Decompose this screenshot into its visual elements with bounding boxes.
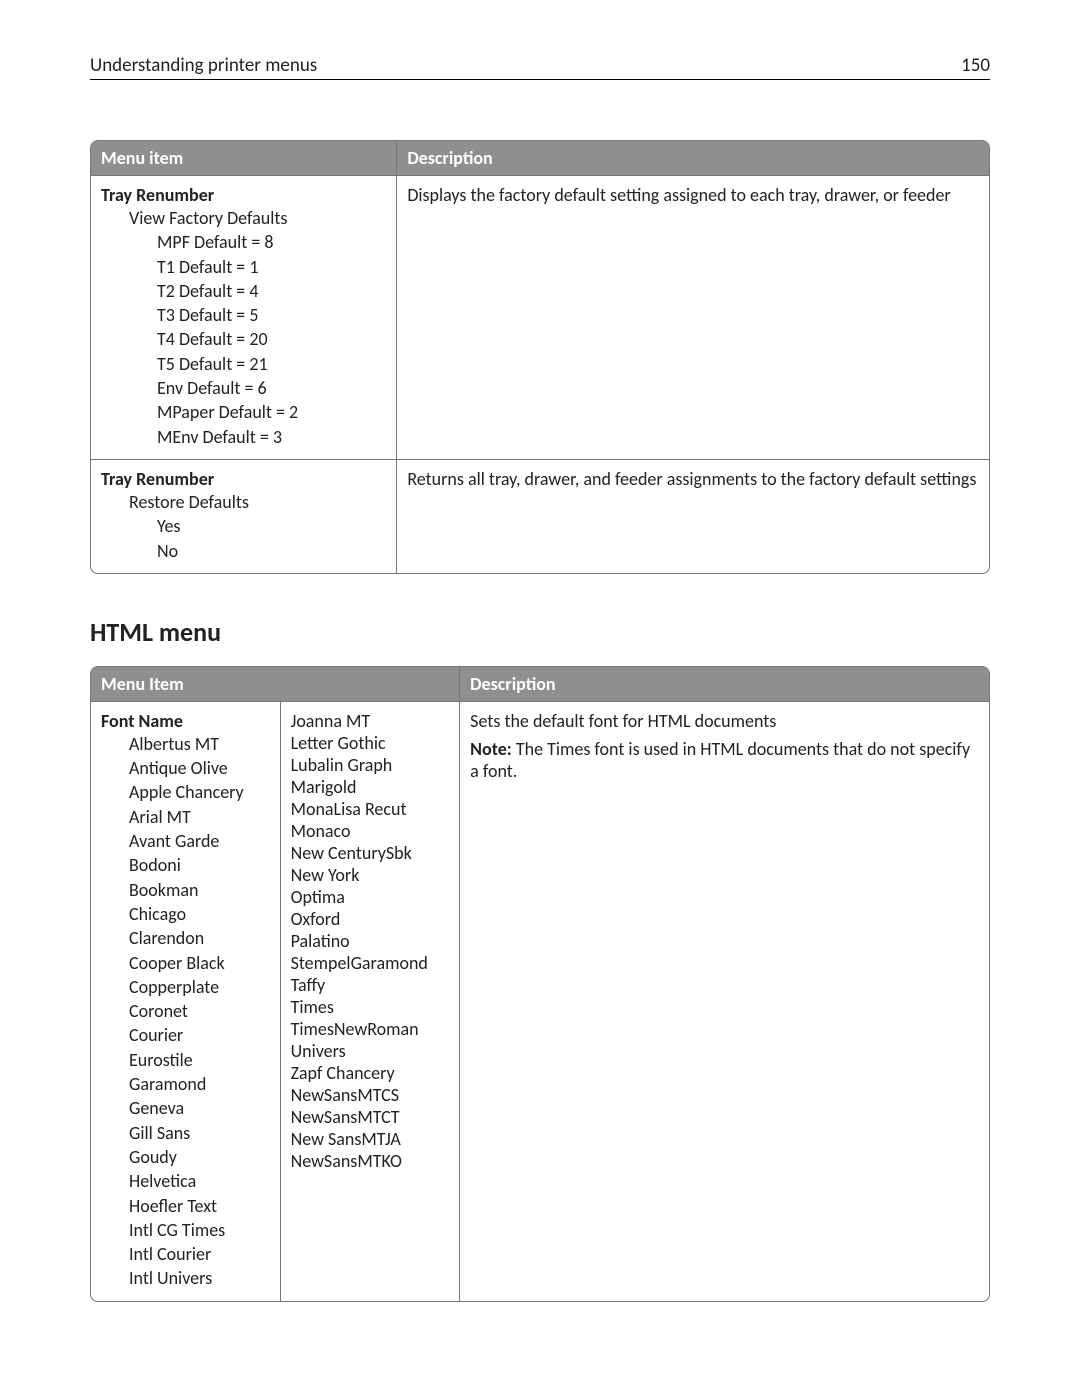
- description-cell: Displays the factory default setting ass…: [396, 176, 989, 459]
- font-option: StempelGaramond: [291, 952, 450, 974]
- font-option: Goudy: [101, 1145, 270, 1169]
- table-row: Tray Renumber Restore Defaults Yes No Re…: [91, 459, 989, 573]
- font-option: TimesNewRoman: [291, 1018, 450, 1040]
- html-menu-table: Menu Item Description Font Name Albertus…: [90, 666, 990, 1302]
- description-text: Sets the default font for HTML documents: [470, 710, 979, 732]
- menu-item-sub: Restore Defaults: [101, 490, 386, 514]
- col-header-description: Description: [396, 141, 989, 176]
- page: Understanding printer menus 150 Menu ite…: [0, 0, 1080, 1397]
- menu-item-value: T5 Default = 21: [101, 352, 386, 376]
- font-option: NewSansMTCT: [291, 1106, 450, 1128]
- font-option: Chicago: [101, 902, 270, 926]
- font-option: Copperplate: [101, 975, 270, 999]
- menu-item-value: T1 Default = 1: [101, 255, 386, 279]
- menu-item-cell: Tray Renumber Restore Defaults Yes No: [91, 459, 396, 573]
- font-option: Univers: [291, 1040, 450, 1062]
- menu-item-value: T2 Default = 4: [101, 279, 386, 303]
- menu-item-value: T3 Default = 5: [101, 303, 386, 327]
- font-option: Intl CG Times: [101, 1218, 270, 1242]
- font-option: Geneva: [101, 1096, 270, 1120]
- font-option: Gill Sans: [101, 1121, 270, 1145]
- menu-item-value: MPF Default = 8: [101, 230, 386, 254]
- font-option: Bodoni: [101, 853, 270, 877]
- font-option: Eurostile: [101, 1048, 270, 1072]
- font-option: New SansMTJA: [291, 1128, 450, 1150]
- font-option: Optima: [291, 886, 450, 908]
- description-cell: Sets the default font for HTML documents…: [459, 702, 989, 1301]
- font-option: Courier: [101, 1023, 270, 1047]
- menu-item-value: Env Default = 6: [101, 376, 386, 400]
- note-text: The Times font is used in HTML documents…: [470, 738, 970, 782]
- font-option: Joanna MT: [291, 710, 450, 732]
- table-row: Tray Renumber View Factory Defaults MPF …: [91, 176, 989, 459]
- menu-item-value: T4 Default = 20: [101, 327, 386, 351]
- font-option: Helvetica: [101, 1169, 270, 1193]
- menu-item-value: No: [101, 539, 386, 563]
- menu-item-root: Font Name: [101, 710, 270, 732]
- font-option: Monaco: [291, 820, 450, 842]
- font-option: Cooper Black: [101, 951, 270, 975]
- font-option: Letter Gothic: [291, 732, 450, 754]
- col-header-menu-item: Menu Item: [91, 667, 459, 702]
- section-title: Understanding printer menus: [90, 54, 317, 77]
- font-option: Times: [291, 996, 450, 1018]
- menu-item-root: Tray Renumber: [101, 468, 386, 490]
- col-header-menu-item: Menu item: [91, 141, 396, 176]
- section-heading: HTML menu: [90, 616, 990, 648]
- menu-item-cell: Font Name Albertus MT Antique Olive Appl…: [91, 702, 280, 1301]
- note-label: Note:: [470, 738, 512, 760]
- menu-item-value: MEnv Default = 3: [101, 425, 386, 449]
- font-option: MonaLisa Recut: [291, 798, 450, 820]
- description-cell: Returns all tray, drawer, and feeder ass…: [396, 459, 989, 573]
- font-option: Zapf Chancery: [291, 1062, 450, 1084]
- font-option: Hoefler Text: [101, 1194, 270, 1218]
- font-option: Marigold: [291, 776, 450, 798]
- tray-renumber-table: Menu item Description Tray Renumber View…: [90, 140, 990, 574]
- font-option: Palatino: [291, 930, 450, 952]
- page-number: 150: [961, 54, 990, 77]
- font-option: Garamond: [101, 1072, 270, 1096]
- font-option: Intl Courier: [101, 1242, 270, 1266]
- font-option: Taffy: [291, 974, 450, 996]
- font-option: Lubalin Graph: [291, 754, 450, 776]
- col-header-description: Description: [459, 667, 989, 702]
- font-option: Bookman: [101, 878, 270, 902]
- table-row: Font Name Albertus MT Antique Olive Appl…: [91, 702, 989, 1301]
- font-option: Clarendon: [101, 926, 270, 950]
- font-option: Intl Univers: [101, 1266, 270, 1290]
- font-option: New York: [291, 864, 450, 886]
- font-option: Oxford: [291, 908, 450, 930]
- font-option: Avant Garde: [101, 829, 270, 853]
- running-header: Understanding printer menus 150: [90, 54, 990, 80]
- menu-item-cell-col2: Joanna MT Letter Gothic Lubalin Graph Ma…: [280, 702, 460, 1301]
- font-option: Antique Olive: [101, 756, 270, 780]
- menu-item-sub: View Factory Defaults: [101, 206, 386, 230]
- font-option: Apple Chancery: [101, 780, 270, 804]
- menu-item-value: Yes: [101, 514, 386, 538]
- menu-item-cell: Tray Renumber View Factory Defaults MPF …: [91, 176, 396, 459]
- font-option: NewSansMTKO: [291, 1150, 450, 1172]
- description-note: Note: The Times font is used in HTML doc…: [470, 738, 979, 782]
- menu-item-root: Tray Renumber: [101, 184, 386, 206]
- font-option: New CenturySbk: [291, 842, 450, 864]
- font-option: Albertus MT: [101, 732, 270, 756]
- font-option: Coronet: [101, 999, 270, 1023]
- font-option: NewSansMTCS: [291, 1084, 450, 1106]
- menu-item-value: MPaper Default = 2: [101, 400, 386, 424]
- font-option: Arial MT: [101, 805, 270, 829]
